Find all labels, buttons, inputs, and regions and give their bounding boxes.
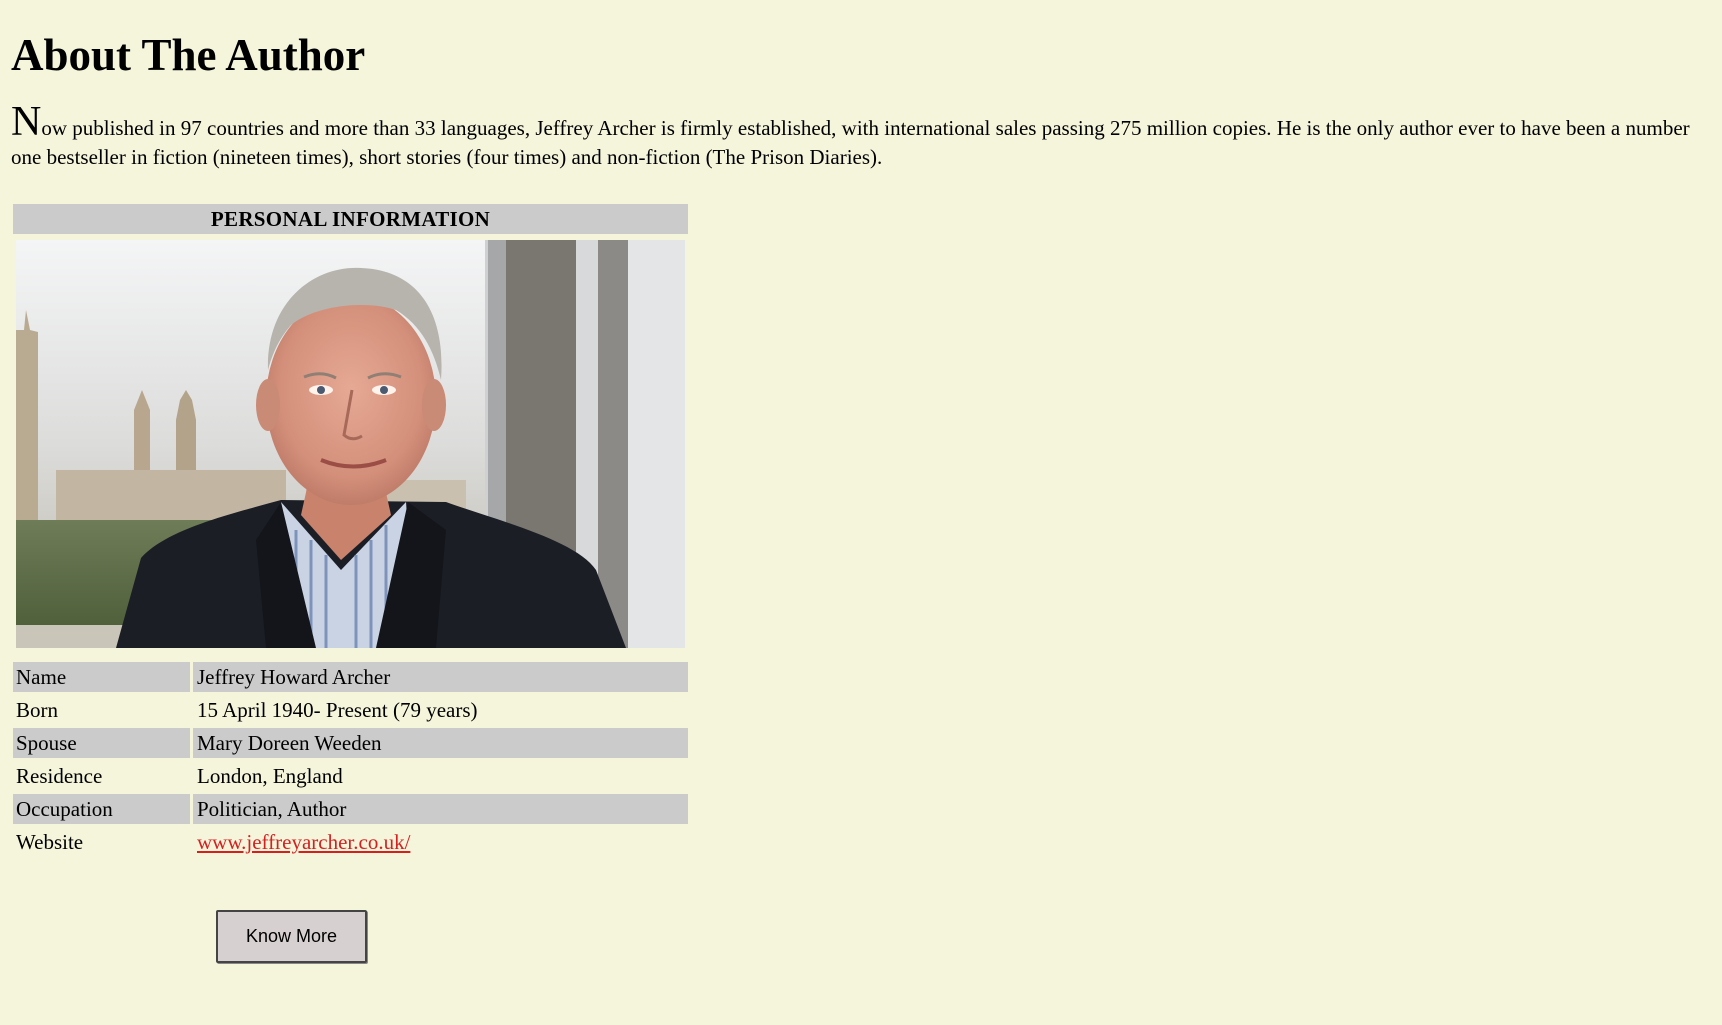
- know-more-button[interactable]: Know More: [216, 910, 367, 963]
- info-label: Spouse: [13, 728, 190, 758]
- info-row-occupation: Occupation Politician, Author: [13, 794, 688, 824]
- info-label: Residence: [16, 764, 103, 788]
- intro-text: ow published in 97 countries and more th…: [11, 116, 1690, 169]
- intro-dropcap: N: [11, 99, 42, 145]
- info-label: Website: [16, 830, 84, 854]
- info-value: London, England: [197, 764, 343, 788]
- info-row-born: Born 15 April 1940- Present (79 years): [13, 695, 688, 725]
- page: About The Author Now published in 97 cou…: [0, 0, 1722, 1025]
- page-title: About The Author: [11, 30, 366, 80]
- info-value-cell: www.jeffreyarcher.co.uk/: [193, 827, 688, 857]
- info-row-name: Name Jeffrey Howard Archer: [13, 662, 688, 692]
- info-value: 15 April 1940- Present (79 years): [197, 698, 478, 722]
- info-value: Politician, Author: [193, 794, 688, 824]
- website-link[interactable]: www.jeffreyarcher.co.uk/: [197, 830, 410, 854]
- info-value: Jeffrey Howard Archer: [193, 662, 688, 692]
- info-label: Born: [16, 698, 58, 722]
- info-label: Occupation: [13, 794, 190, 824]
- personal-info-table: PERSONAL INFORMATION Name Jeffrey Howard…: [13, 204, 688, 860]
- info-value: Mary Doreen Weeden: [193, 728, 688, 758]
- info-label: Name: [13, 662, 190, 692]
- info-rows: Name Jeffrey Howard Archer Born 15 April…: [13, 662, 688, 857]
- info-row-residence: Residence London, England: [13, 761, 688, 791]
- intro-paragraph: Now published in 97 countries and more t…: [11, 101, 1711, 172]
- author-photo: [16, 240, 685, 648]
- personal-info-header: PERSONAL INFORMATION: [13, 204, 688, 234]
- info-row-spouse: Spouse Mary Doreen Weeden: [13, 728, 688, 758]
- info-row-website: Website www.jeffreyarcher.co.uk/: [13, 827, 688, 857]
